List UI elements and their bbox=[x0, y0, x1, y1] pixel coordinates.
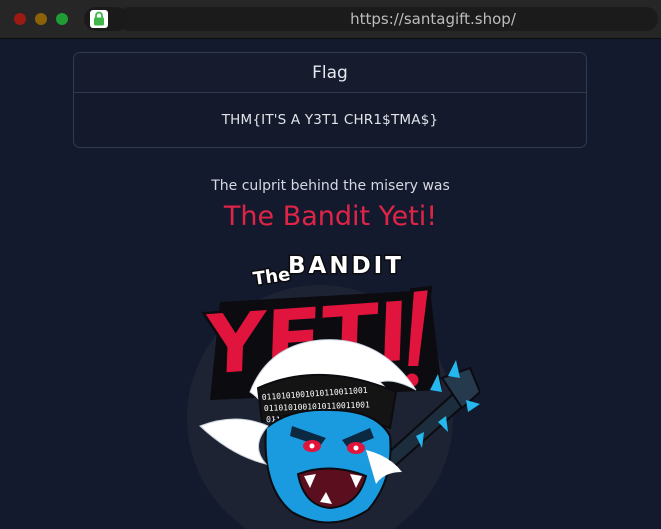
flag-card: Flag THM{IT'S A Y3T1 CHR1$TMA$} bbox=[73, 52, 587, 148]
minimize-window-button[interactable] bbox=[35, 13, 47, 25]
url-text[interactable]: https://santagift.shop/ bbox=[118, 10, 658, 28]
maximize-window-button[interactable] bbox=[56, 13, 68, 25]
browser-window: https://santagift.shop/ Flag THM{IT'S A … bbox=[0, 0, 661, 529]
bandit-yeti-logo: The BANDIT YETI 0110101001010110011001 0… bbox=[187, 252, 480, 529]
flag-card-title: Flag bbox=[74, 53, 586, 93]
browser-titlebar: https://santagift.shop/ bbox=[0, 0, 661, 39]
culprit-intro-text: The culprit behind the misery was bbox=[211, 178, 450, 194]
close-window-button[interactable] bbox=[14, 13, 26, 25]
logo-bandit-text: BANDIT bbox=[288, 253, 404, 279]
address-bar[interactable]: https://santagift.shop/ bbox=[118, 7, 658, 31]
site-security-button[interactable] bbox=[84, 7, 128, 31]
logo-the-text: The bbox=[252, 264, 292, 290]
lock-icon bbox=[90, 10, 108, 28]
culprit-name: The Bandit Yeti! bbox=[223, 201, 438, 232]
flag-value: THM{IT'S A Y3T1 CHR1$TMA$} bbox=[221, 112, 439, 128]
